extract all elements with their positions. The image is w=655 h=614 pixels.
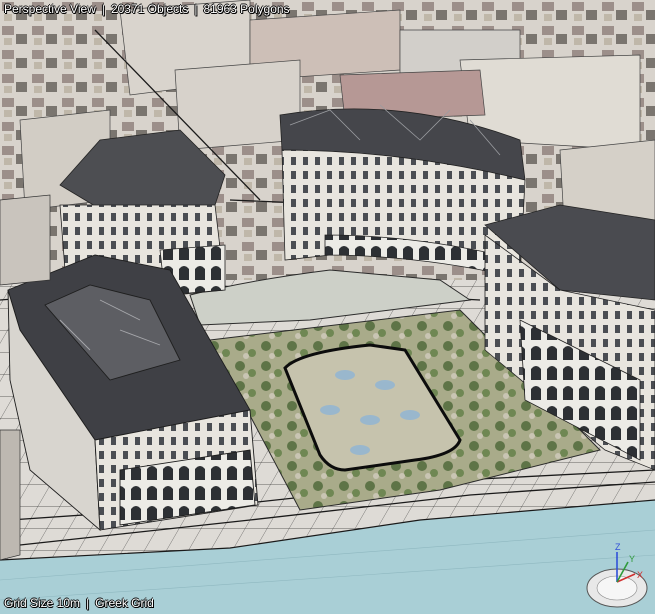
- header-separator: |: [101, 2, 105, 16]
- z-axis-label: Z: [615, 542, 621, 552]
- grid-name-label[interactable]: Greek Grid: [95, 596, 154, 612]
- 3d-viewport[interactable]: Perspective View | 20371 Objects | 81963…: [0, 0, 655, 614]
- polygon-count-label: 81963 Polygons: [203, 2, 290, 16]
- header-separator: |: [194, 2, 198, 16]
- viewport-header: Perspective View | 20371 Objects | 81963…: [0, 0, 294, 20]
- city-model-render[interactable]: [0, 0, 655, 614]
- axis-gizmo[interactable]: Z Y X: [583, 538, 651, 610]
- x-axis-label: X: [637, 570, 643, 580]
- viewport-footer: Grid Size 10m | Greek Grid: [0, 596, 158, 612]
- view-name-label[interactable]: Perspective View: [4, 2, 96, 20]
- footer-separator: |: [86, 596, 90, 610]
- grid-size-label: Grid Size 10m: [4, 596, 81, 610]
- object-count-label: 20371 Objects: [110, 2, 189, 16]
- y-axis-label: Y: [629, 554, 635, 564]
